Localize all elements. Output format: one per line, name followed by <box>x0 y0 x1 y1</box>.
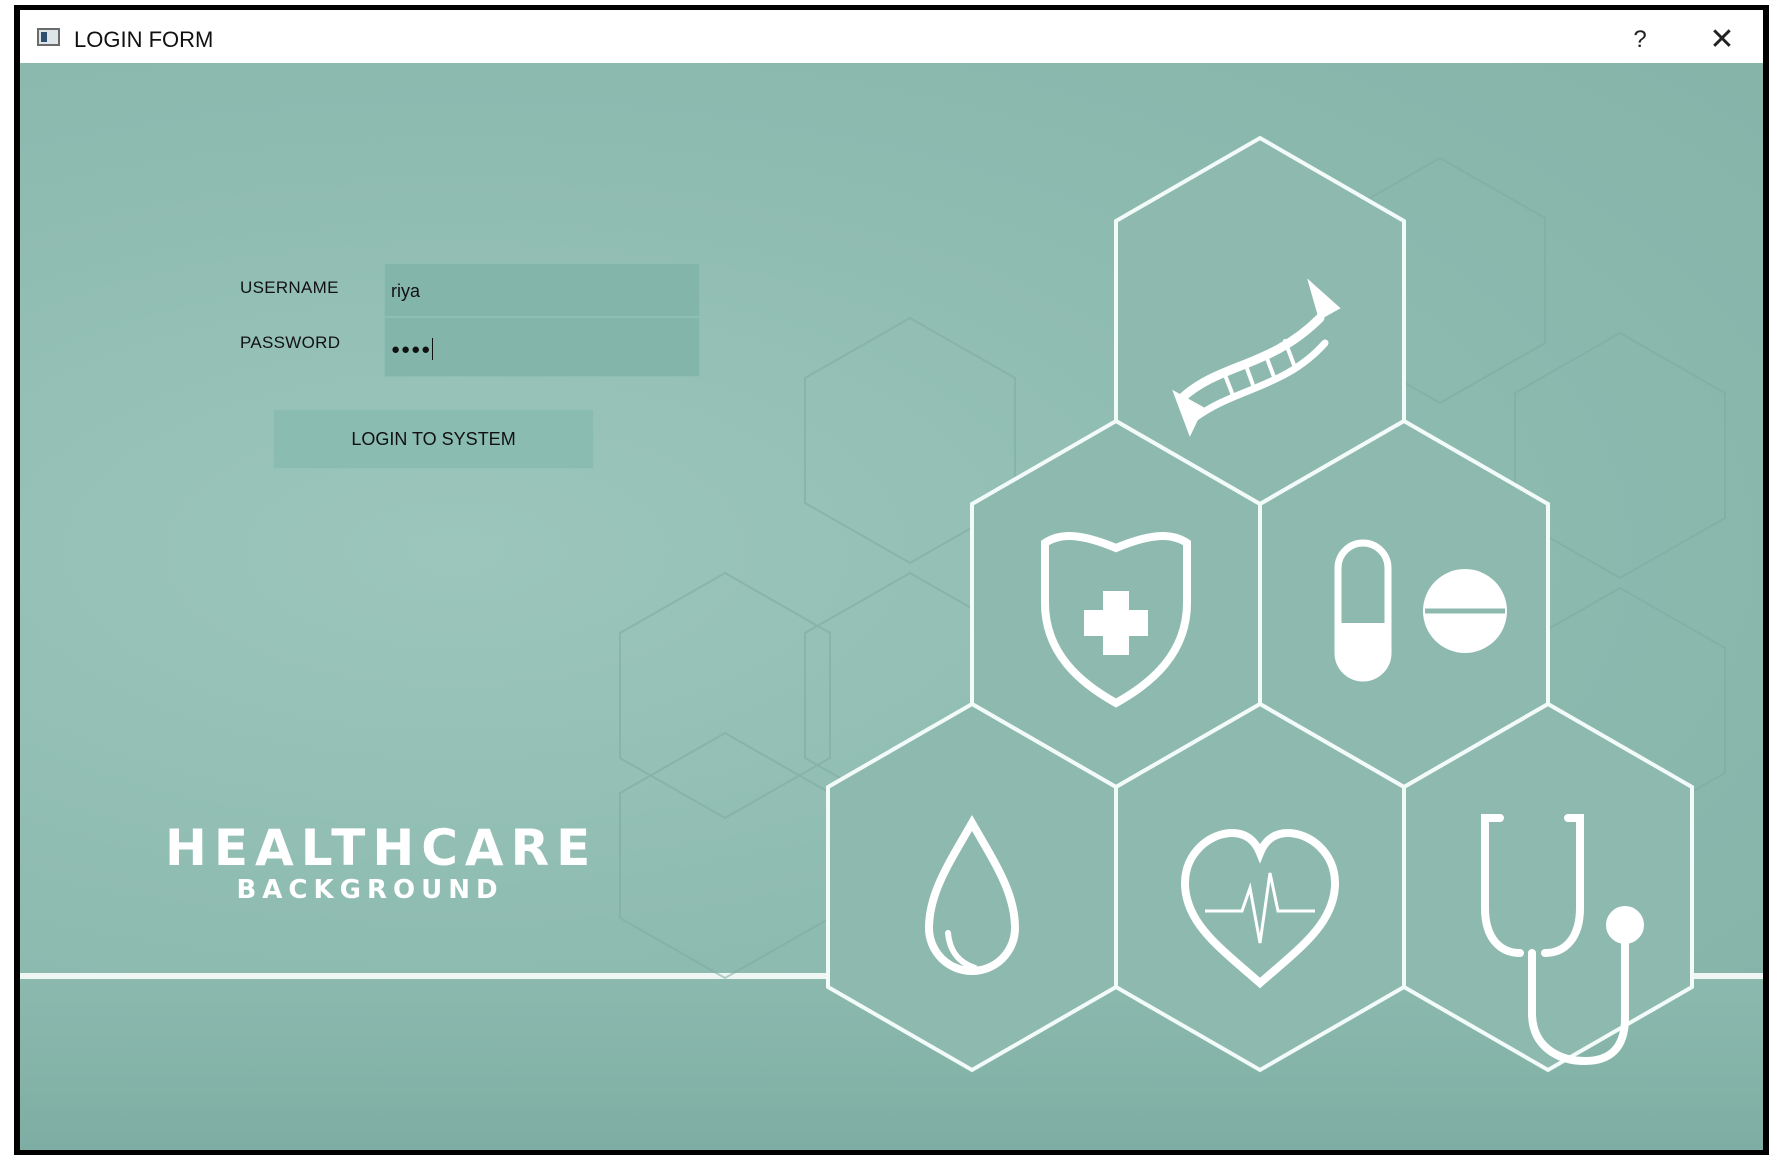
form-client-area: USERNAME riya PASSWORD ●●●● LOGIN TO SYS… <box>20 63 1763 1150</box>
hexagon-pyramid <box>826 135 1694 1073</box>
help-button[interactable]: ? <box>1620 22 1660 58</box>
title-bar[interactable]: LOGIN FORM ? ✕ <box>20 5 1763 63</box>
login-window: LOGIN FORM ? ✕ USERNAME riya PASSWORD ●●… <box>14 5 1769 1155</box>
background-illustration <box>619 135 1726 1073</box>
username-input[interactable]: riya <box>384 263 700 317</box>
password-label: PASSWORD <box>240 333 341 352</box>
app-icon <box>37 28 60 46</box>
brand-title: HEALTHCARE <box>165 819 598 877</box>
username-value: riya <box>391 281 421 301</box>
username-label: USERNAME <box>240 278 339 297</box>
window-title: LOGIN FORM <box>74 27 214 52</box>
password-input[interactable]: ●●●● <box>384 317 700 377</box>
text-caret <box>432 338 434 361</box>
password-value: ●●●● <box>391 341 432 358</box>
close-button[interactable]: ✕ <box>1700 22 1744 58</box>
brand-subtitle: BACKGROUND <box>236 875 504 905</box>
login-button[interactable]: LOGIN TO SYSTEM <box>273 409 594 469</box>
